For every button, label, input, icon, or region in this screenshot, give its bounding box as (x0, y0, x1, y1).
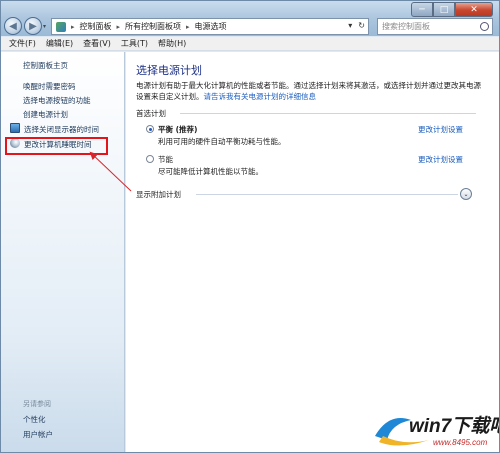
control-panel-window: ─ □ ✕ ◀ ▶ ▾ ▸ 控制面板 ▸ 所有控制面板项 ▸ 电源选项 ▾ ↻ … (0, 0, 500, 453)
watermark-url: www.8495.com (433, 438, 488, 447)
annotation-arrow (89, 151, 132, 192)
watermark-text: win7下载吧 (409, 416, 500, 437)
